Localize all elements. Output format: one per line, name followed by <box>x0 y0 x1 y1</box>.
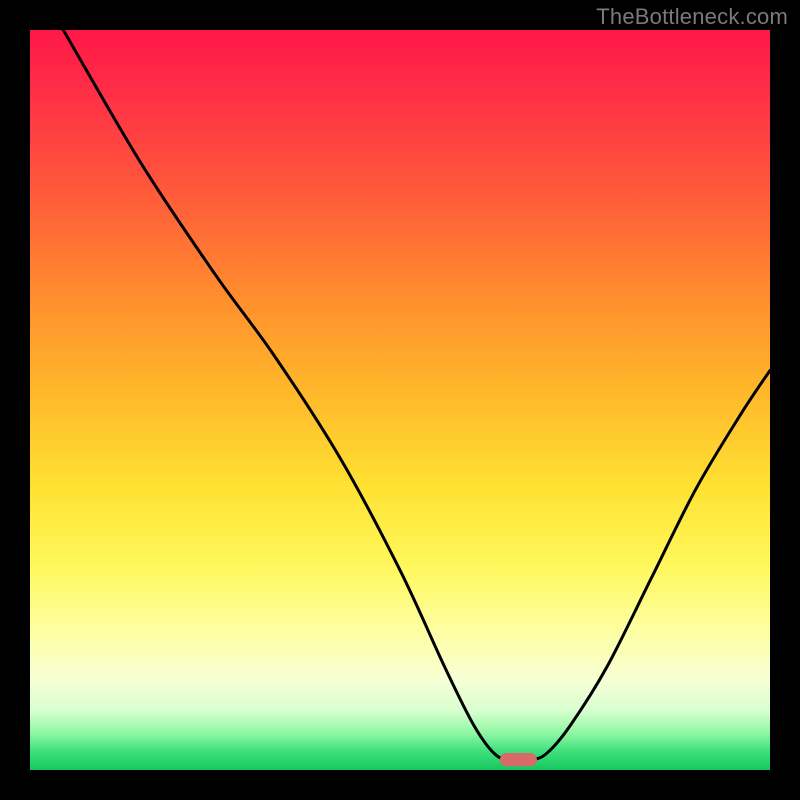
watermark-text: TheBottleneck.com <box>596 4 788 30</box>
curve-overlay <box>30 30 770 770</box>
optimal-zone-marker <box>500 753 537 766</box>
plot-area <box>30 30 770 770</box>
chart-frame: TheBottleneck.com <box>0 0 800 800</box>
bottleneck-curve <box>63 30 770 760</box>
